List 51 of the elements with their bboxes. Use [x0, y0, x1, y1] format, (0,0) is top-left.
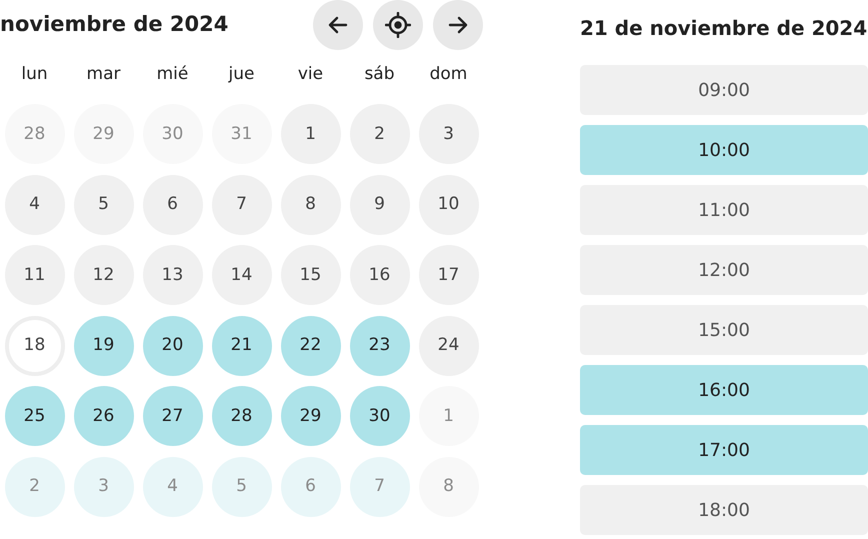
weekday-label: vie: [298, 63, 324, 86]
day-button[interactable]: 11: [4, 245, 64, 306]
day-button[interactable]: 27: [142, 386, 202, 446]
previous-button[interactable]: [313, 0, 363, 50]
day-button[interactable]: 5: [74, 174, 134, 235]
day-button[interactable]: 20: [142, 316, 202, 376]
time-slot-button[interactable]: 17:00: [580, 425, 868, 475]
weekday-label: dom: [430, 63, 468, 86]
time-slot-button[interactable]: 18:00: [580, 485, 868, 535]
date-title: 21 de noviembre de 2024: [580, 15, 868, 42]
day-button[interactable]: 16: [350, 245, 410, 306]
month-title: noviembre de 2024: [0, 11, 228, 38]
day-button[interactable]: 26: [74, 386, 134, 446]
day-button[interactable]: 25: [4, 386, 64, 446]
weekday-label: lun: [21, 63, 48, 86]
day-button[interactable]: 2: [350, 104, 410, 164]
day-button[interactable]: 7: [212, 174, 272, 235]
day-button[interactable]: 9: [350, 174, 410, 235]
time-slot-button[interactable]: 11:00: [580, 185, 868, 235]
weekday-label: mar: [86, 63, 120, 86]
time-slot-button[interactable]: 10:00: [580, 125, 868, 175]
day-button[interactable]: 1: [280, 104, 340, 164]
day-button[interactable]: 23: [350, 316, 410, 376]
time-slot-button[interactable]: 15:00: [580, 305, 868, 355]
day-button[interactable]: 12: [74, 245, 134, 306]
day-button[interactable]: 19: [74, 316, 134, 376]
weekday-label: mié: [156, 63, 188, 86]
day-button[interactable]: 22: [280, 316, 340, 376]
time-slot-button[interactable]: 09:00: [580, 65, 868, 115]
day-button[interactable]: 3: [418, 104, 478, 164]
time-slot-button[interactable]: 16:00: [580, 365, 868, 415]
day-button[interactable]: 28: [212, 386, 272, 446]
day-button[interactable]: 24: [418, 316, 478, 376]
day-button[interactable]: 29: [280, 386, 340, 446]
crosshair-icon: [385, 12, 411, 38]
time-slot-button[interactable]: 12:00: [580, 245, 868, 295]
day-button[interactable]: 30: [350, 386, 410, 446]
weekday-label: jue: [228, 63, 254, 86]
day-button[interactable]: 21: [212, 316, 272, 376]
day-button[interactable]: 13: [142, 245, 202, 306]
day-button[interactable]: 14: [212, 245, 272, 306]
today-button[interactable]: [373, 0, 423, 50]
day-button[interactable]: 4: [4, 174, 64, 235]
day-button[interactable]: 17: [418, 245, 478, 306]
day-button[interactable]: 8: [280, 174, 340, 235]
day-button[interactable]: 6: [142, 174, 202, 235]
day-button[interactable]: 15: [280, 245, 340, 306]
day-button[interactable]: 18: [4, 316, 64, 376]
day-button[interactable]: 10: [418, 174, 478, 235]
next-button[interactable]: [433, 0, 483, 50]
weekday-label: sáb: [364, 63, 395, 86]
